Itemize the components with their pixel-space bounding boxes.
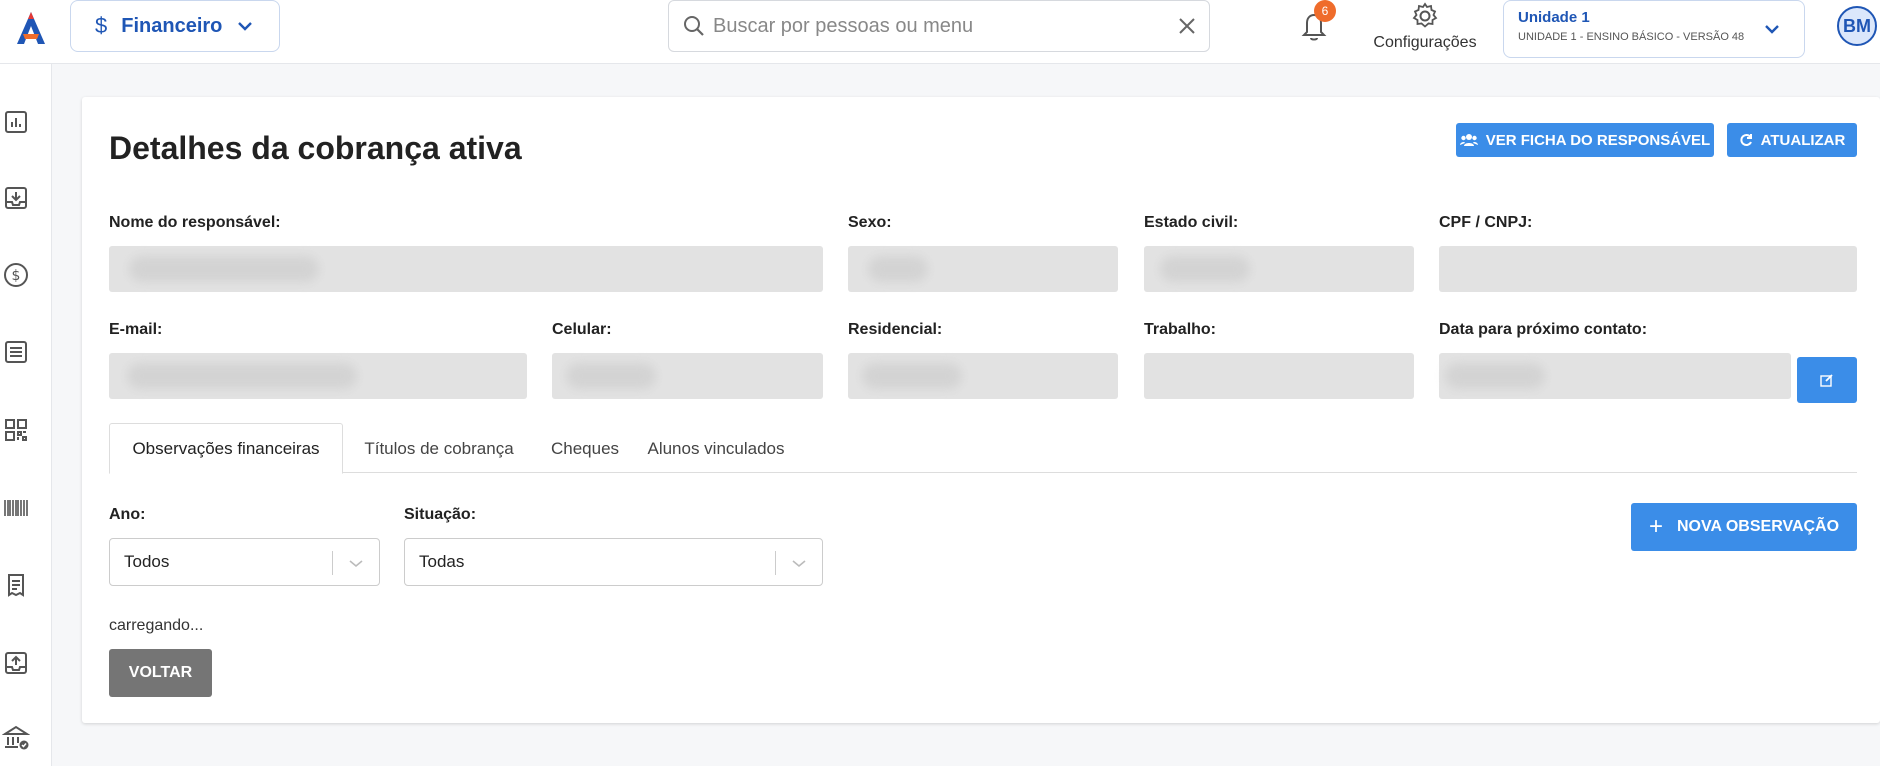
search-input[interactable] — [713, 14, 1165, 38]
guardian-name-label: Nome do responsável: — [109, 214, 281, 231]
edit-icon — [1820, 374, 1833, 387]
marital-status-label: Estado civil: — [1144, 214, 1239, 231]
year-select[interactable]: Todos — [109, 538, 380, 586]
dollar-circle-icon[interactable]: $ — [2, 261, 30, 289]
refresh-icon — [1740, 134, 1752, 146]
app-logo-icon[interactable] — [14, 10, 48, 46]
users-icon — [1459, 134, 1478, 146]
marital-status-field — [1144, 246, 1414, 292]
tab-billing-titles[interactable]: Títulos de cobrança — [349, 423, 529, 474]
inbox-download-icon[interactable] — [2, 184, 30, 212]
inbox-upload-icon[interactable] — [2, 649, 30, 677]
guardian-name-field — [109, 246, 823, 292]
user-avatar[interactable]: BM — [1837, 6, 1877, 46]
next-contact-date-field — [1439, 353, 1791, 399]
list-document-icon[interactable] — [2, 338, 30, 366]
work-phone-field — [1144, 353, 1414, 399]
new-observation-label: NOVA OBSERVAÇÃO — [1676, 518, 1840, 535]
qr-code-icon[interactable] — [2, 416, 30, 444]
edit-next-contact-button[interactable] — [1797, 357, 1857, 403]
email-field — [109, 353, 527, 399]
sex-label: Sexo: — [848, 214, 892, 231]
status-select[interactable]: Todas — [404, 538, 823, 586]
view-guardian-record-button[interactable]: VER FICHA DO RESPONSÁVEL — [1456, 123, 1714, 157]
page-title: Detalhes da cobrança ativa — [109, 130, 522, 166]
notification-badge: 6 — [1314, 0, 1336, 22]
email-label: E-mail: — [109, 321, 163, 338]
main-card: Detalhes da cobrança ativa VER FICHA DO … — [82, 97, 1880, 723]
chevron-down-icon — [238, 22, 253, 31]
gear-icon — [1412, 2, 1438, 28]
status-label: Situação: — [404, 506, 477, 523]
chart-icon[interactable] — [2, 108, 30, 136]
sex-field — [848, 246, 1118, 292]
mobile-field — [552, 353, 823, 399]
view-guardian-record-label: VER FICHA DO RESPONSÁVEL — [1485, 131, 1711, 149]
tab-checks[interactable]: Cheques — [535, 423, 635, 474]
home-phone-label: Residencial: — [848, 321, 943, 338]
status-select-value: Todas — [419, 552, 465, 571]
cpf-cnpj-field — [1439, 246, 1857, 292]
back-button[interactable]: VOLTAR — [109, 649, 212, 697]
chevron-down-icon — [349, 560, 363, 568]
module-label: Financeiro — [121, 14, 223, 37]
tab-financial-observations[interactable]: Observações financeiras — [109, 423, 343, 474]
chevron-down-icon — [1765, 25, 1779, 34]
search-box — [668, 0, 1210, 52]
settings-label: Configurações — [1373, 34, 1477, 51]
tab-linked-students[interactable]: Alunos vinculados — [641, 423, 791, 474]
sidebar: $ — [0, 64, 52, 766]
bank-check-icon[interactable] — [2, 724, 30, 752]
year-select-value: Todos — [124, 552, 170, 571]
refresh-label: ATUALIZAR — [1760, 131, 1846, 149]
receipt-icon[interactable] — [2, 571, 30, 599]
next-contact-date-label: Data para próximo contato: — [1439, 321, 1648, 338]
mobile-label: Celular: — [552, 321, 612, 338]
top-bar: $ Financeiro 6 Configurações Unidade 1 U… — [0, 0, 1880, 64]
cpf-cnpj-label: CPF / CNPJ: — [1439, 214, 1533, 231]
tab-bar: Observações financeiras Títulos de cobra… — [109, 423, 1857, 474]
chevron-down-icon — [792, 560, 806, 568]
loading-text: carregando... — [109, 617, 204, 634]
work-phone-label: Trabalho: — [1144, 321, 1217, 338]
module-selector-button[interactable]: $ Financeiro — [70, 0, 280, 52]
dollar-icon: $ — [95, 13, 108, 38]
home-phone-field — [848, 353, 1118, 399]
year-label: Ano: — [109, 506, 146, 523]
unit-selector-button[interactable]: Unidade 1 UNIDADE 1 - ENSINO BÁSICO - VE… — [1503, 0, 1805, 58]
clear-search-icon[interactable] — [1165, 4, 1209, 48]
settings-button[interactable]: Configurações — [1370, 2, 1480, 58]
svg-text:$: $ — [12, 268, 21, 284]
barcode-icon[interactable] — [2, 494, 30, 522]
refresh-button[interactable]: ATUALIZAR — [1727, 123, 1857, 157]
search-icon — [684, 16, 704, 36]
new-observation-button[interactable]: + NOVA OBSERVAÇÃO — [1631, 503, 1857, 551]
plus-icon: + — [1648, 513, 1663, 540]
